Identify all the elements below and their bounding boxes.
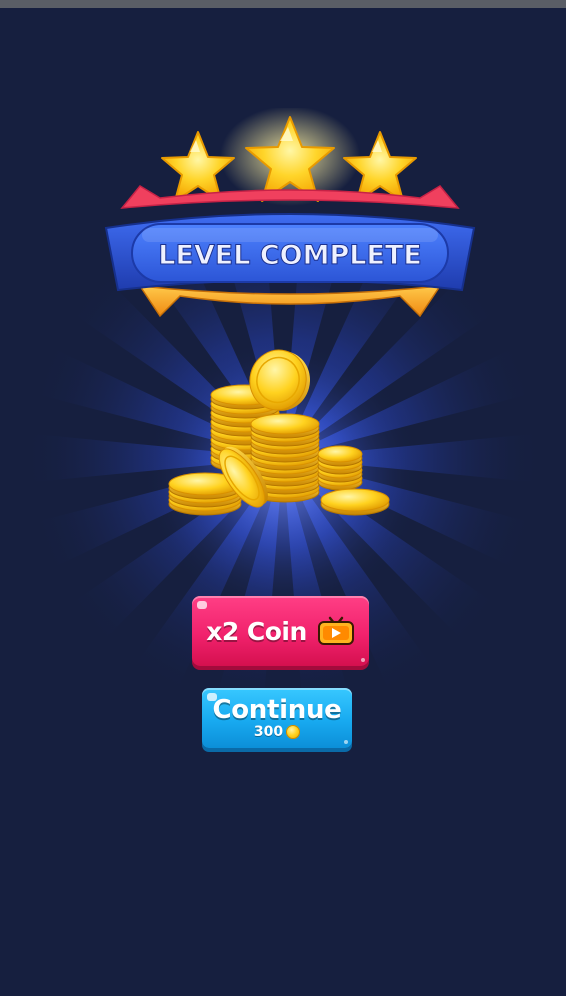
double-coin-label: x2 Coin [206,616,307,646]
button-gloss [207,693,217,701]
red-ribbon [120,185,460,209]
continue-button[interactable]: Continue 300 [202,688,352,748]
status-bar [0,0,566,8]
continue-cost-value: 300 [253,724,284,740]
continue-cost: 300 [253,724,301,740]
coin [250,413,320,435]
level-complete-banner: LEVEL COMPLETE [104,185,476,318]
button-gloss [344,740,348,744]
tv-play-icon [317,616,354,645]
level-complete-screen: LEVEL COMPLETE x2 Coin Continue 300 [0,8,566,996]
coin [317,445,363,463]
button-gloss [197,601,207,609]
coin [320,488,390,512]
coin-pile-icon [168,349,390,516]
banner-title: LEVEL COMPLETE [158,240,422,271]
continue-label: Continue [212,695,342,725]
button-gloss [361,658,365,662]
double-coin-button[interactable]: x2 Coin [192,596,369,666]
gold-ribbon [138,285,442,318]
coin-icon [286,725,301,739]
